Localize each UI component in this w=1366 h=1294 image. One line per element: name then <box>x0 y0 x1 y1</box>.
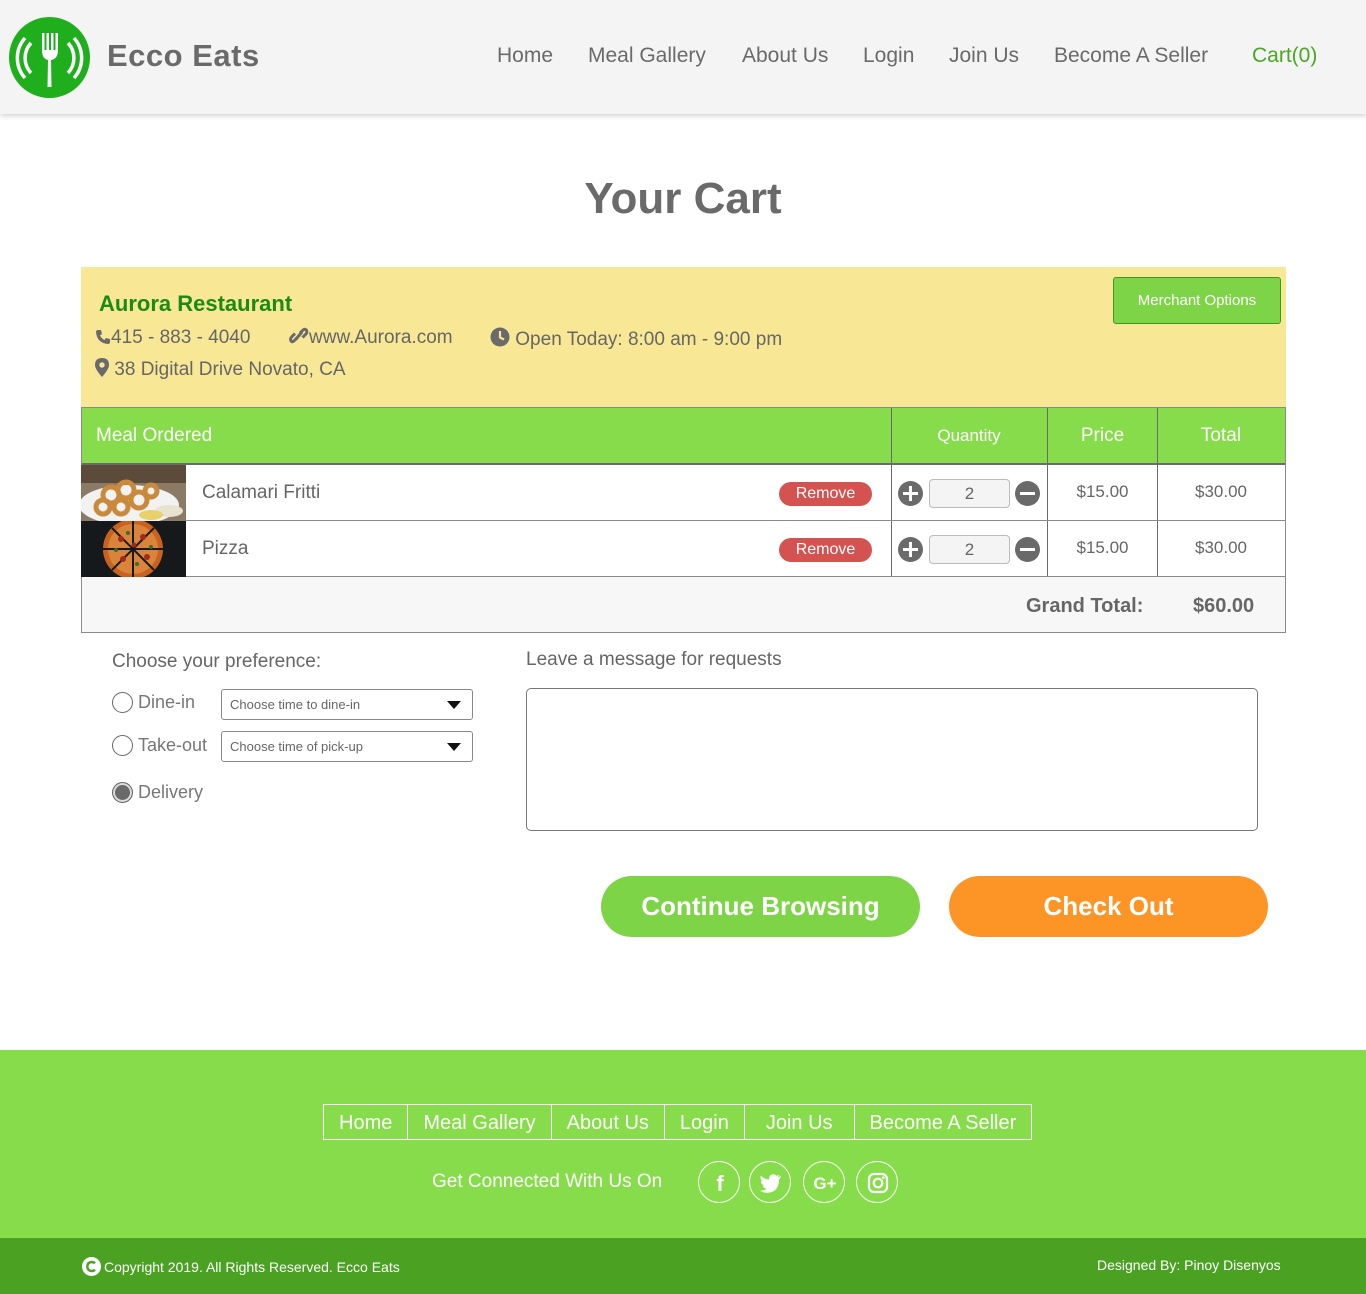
item-total: $30.00 <box>1195 538 1247 557</box>
copyright-bar: Copyright 2019. All Rights Reserved. Ecc… <box>0 1238 1366 1294</box>
footer-nav-join-us[interactable]: Join Us <box>745 1105 855 1139</box>
take-out-label[interactable]: Take-out <box>138 735 207 756</box>
restaurant-phone: 415 - 883 - 4040 <box>95 327 250 349</box>
footer-nav: Home Meal Gallery About Us Login Join Us… <box>323 1104 1033 1140</box>
restaurant-website[interactable]: www.Aurora.com <box>289 327 453 349</box>
item-price: $15.00 <box>1076 538 1129 557</box>
nav-cart[interactable]: Cart(0) <box>1252 44 1317 68</box>
quantity-input[interactable] <box>929 479 1010 508</box>
delivery-label[interactable]: Delivery <box>138 782 203 803</box>
restaurant-address: 38 Digital Drive Novato, CA <box>95 358 346 381</box>
message-textarea[interactable] <box>526 688 1258 831</box>
instagram-icon[interactable] <box>856 1161 898 1203</box>
fork-logo-icon[interactable] <box>9 17 90 98</box>
remove-button[interactable]: Remove <box>779 482 872 506</box>
item-price: $15.00 <box>1076 482 1129 501</box>
table-row: Calamari Fritti Remove $15.00 $30.00 <box>81 465 1285 521</box>
quantity-input[interactable] <box>929 535 1010 564</box>
clock-icon <box>490 327 510 347</box>
header-quantity: Quantity <box>937 426 1001 445</box>
brand-name[interactable]: Ecco Eats <box>107 38 260 74</box>
header-total: Total <box>1200 425 1242 446</box>
grand-total-row: Grand Total: $60.00 <box>82 577 1285 632</box>
dine-in-radio[interactable] <box>112 692 133 713</box>
page-title: Your Cart <box>584 174 782 223</box>
preference-title: Choose your preference: <box>112 651 322 672</box>
footer-nav-login[interactable]: Login <box>665 1105 745 1139</box>
copyright-text: Copyright 2019. All Rights Reserved. Ecc… <box>82 1257 400 1276</box>
svg-text:f: f <box>716 1171 724 1196</box>
dine-in-label[interactable]: Dine-in <box>138 692 195 713</box>
nav-home[interactable]: Home <box>497 44 553 68</box>
map-marker-icon <box>95 358 109 377</box>
merchant-options-button[interactable]: Merchant Options <box>1113 277 1281 324</box>
nav-login[interactable]: Login <box>863 44 914 68</box>
restaurant-name: Aurora Restaurant <box>99 291 293 316</box>
table-row: Pizza Remove $15.00 $30.00 <box>81 521 1285 577</box>
footer-nav-meal-gallery[interactable]: Meal Gallery <box>408 1105 552 1139</box>
site-footer: Home Meal Gallery About Us Login Join Us… <box>0 1050 1366 1238</box>
check-out-button[interactable]: Check Out <box>949 876 1268 937</box>
grand-total-value: $60.00 <box>1193 595 1255 617</box>
minus-icon[interactable] <box>1015 537 1040 562</box>
designed-by-text: Designed By: Pinoy Disenyos <box>1097 1257 1281 1273</box>
header-price: Price <box>1080 425 1125 446</box>
footer-nav-become-seller[interactable]: Become A Seller <box>855 1105 1032 1139</box>
nav-about-us[interactable]: About Us <box>742 44 828 68</box>
continue-browsing-button[interactable]: Continue Browsing <box>601 876 920 937</box>
phone-icon <box>96 330 110 344</box>
header-meal: Meal Ordered <box>96 425 213 446</box>
table-header: Meal Ordered Quantity Price Total <box>82 408 1285 465</box>
delivery-radio[interactable] <box>112 782 133 803</box>
google-plus-icon[interactable]: G+ <box>803 1161 845 1203</box>
facebook-icon[interactable]: f <box>698 1161 740 1203</box>
nav-become-seller[interactable]: Become A Seller <box>1054 44 1208 68</box>
link-icon <box>289 327 309 344</box>
item-total: $30.00 <box>1195 482 1247 501</box>
connect-label: Get Connected With Us On <box>432 1171 663 1192</box>
take-out-radio[interactable] <box>112 735 133 756</box>
pizza-thumbnail <box>81 521 186 577</box>
twitter-icon[interactable] <box>749 1161 791 1203</box>
calamari-thumbnail <box>81 465 186 521</box>
footer-nav-home[interactable]: Home <box>324 1105 409 1139</box>
meal-name: Pizza <box>202 538 249 559</box>
plus-icon[interactable] <box>898 537 923 562</box>
plus-icon[interactable] <box>898 481 923 506</box>
svg-text:G+: G+ <box>813 1174 836 1193</box>
cart-table: Meal Ordered Quantity Price Total Calama… <box>81 407 1286 633</box>
remove-button[interactable]: Remove <box>779 538 872 562</box>
meal-name: Calamari Fritti <box>202 482 321 503</box>
grand-total-label: Grand Total: <box>1026 595 1144 617</box>
message-title: Leave a message for requests <box>526 649 782 670</box>
restaurant-hours: Open Today: 8:00 am - 9:00 pm <box>490 327 782 351</box>
caret-down-icon <box>447 701 461 709</box>
pickup-time-select[interactable]: Choose time of pick-up <box>221 731 473 762</box>
caret-down-icon <box>447 743 461 751</box>
dine-in-time-select[interactable]: Choose time to dine-in <box>221 689 473 720</box>
footer-nav-about-us[interactable]: About Us <box>552 1105 665 1139</box>
site-header: Ecco Eats Home Meal Gallery About Us Log… <box>0 0 1366 114</box>
copyright-icon <box>82 1257 101 1276</box>
nav-meal-gallery[interactable]: Meal Gallery <box>588 44 706 68</box>
minus-icon[interactable] <box>1015 481 1040 506</box>
nav-join-us[interactable]: Join Us <box>949 44 1019 68</box>
restaurant-info-panel: Aurora Restaurant 415 - 883 - 4040 www.A… <box>81 267 1286 407</box>
